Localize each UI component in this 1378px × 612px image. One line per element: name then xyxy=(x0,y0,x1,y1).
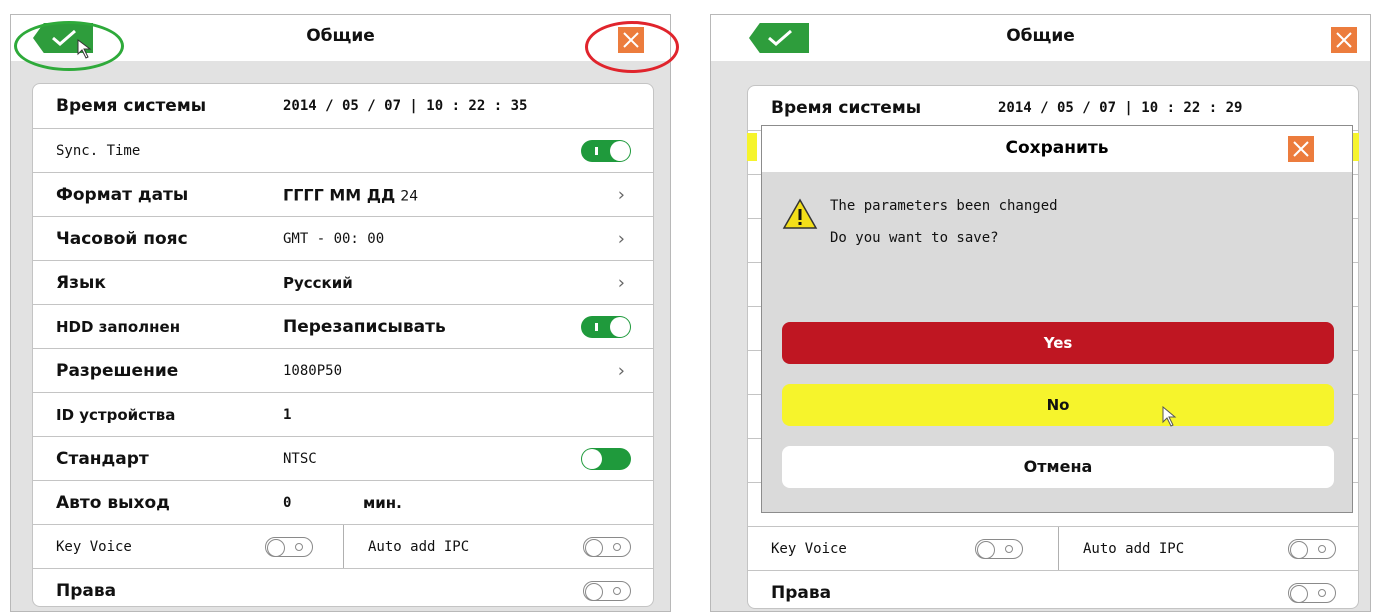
chevron-right-icon: › xyxy=(617,272,625,293)
page-title: Общие xyxy=(306,26,375,46)
rights-toggle[interactable] xyxy=(583,580,631,601)
row-date-format[interactable]: Формат даты ГГГГ ММ ДД 24 › xyxy=(33,172,653,216)
row-label: Авто выход xyxy=(56,492,170,513)
dialog-header: Сохранить xyxy=(762,126,1352,172)
row-standard: Стандарт NTSC xyxy=(33,436,653,480)
key-voice-toggle[interactable] xyxy=(265,536,313,557)
chevron-right-icon: › xyxy=(617,228,625,249)
rights-toggle[interactable] xyxy=(1288,582,1336,603)
warning-icon xyxy=(782,198,818,229)
chevron-right-icon: › xyxy=(617,360,625,381)
cursor-icon xyxy=(77,39,92,59)
row-label: Права xyxy=(771,582,832,603)
row-hdd-full: HDD заполнен Перезаписывать xyxy=(33,304,653,348)
row-label: Права xyxy=(56,580,117,601)
yes-button[interactable]: Yes xyxy=(782,322,1334,364)
hdd-full-value: Перезаписывать xyxy=(283,316,446,337)
divider xyxy=(1058,527,1059,570)
close-button[interactable] xyxy=(618,27,644,53)
panel-header: Общие xyxy=(711,15,1370,61)
row-auto-exit[interactable]: Авто выход 0 мин. xyxy=(33,480,653,524)
row-label: HDD заполнен xyxy=(56,317,181,336)
divider xyxy=(343,525,344,568)
system-time-value[interactable]: 2014 / 05 / 07 | 10 : 22 : 29 xyxy=(998,100,1242,116)
settings-list: Время системы 2014 / 05 / 07 | 10 : 22 :… xyxy=(32,83,654,607)
close-icon xyxy=(623,32,639,48)
row-resolution[interactable]: Разрешение 1080P50 › xyxy=(33,348,653,392)
row-timezone[interactable]: Часовой пояс GMT - 00: 00 › xyxy=(33,216,653,260)
row-label: Время системы xyxy=(56,96,207,116)
close-icon xyxy=(1336,32,1352,48)
row-label: Key Voice xyxy=(56,538,132,555)
standard-toggle[interactable] xyxy=(581,447,631,470)
standard-value: NTSC xyxy=(283,450,317,467)
row-key-voice: Key Voice Auto add IPC xyxy=(33,524,653,568)
row-sync-time: Sync. Time xyxy=(33,128,653,172)
row-label: Время системы xyxy=(771,98,922,118)
row-label: Разрешение xyxy=(56,360,179,381)
key-voice-toggle[interactable] xyxy=(975,538,1023,559)
row-system-time[interactable]: Время системы 2014 / 05 / 07 | 10 : 22 :… xyxy=(748,86,1358,130)
hdd-overwrite-toggle[interactable] xyxy=(581,315,631,338)
row-label: Стандарт xyxy=(56,448,149,469)
auto-exit-value[interactable]: 0 xyxy=(283,495,291,511)
general-settings-panel: Общие Время системы 2014 / 05 / 07 | 10 … xyxy=(10,14,679,612)
no-button[interactable]: No xyxy=(782,384,1334,426)
save-dialog: Сохранить The parameters been changed Do… xyxy=(761,125,1353,513)
row-rights: Права xyxy=(33,568,653,606)
resolution-value: 1080P50 xyxy=(283,362,343,379)
row-label: Key Voice xyxy=(771,540,847,557)
row-language[interactable]: Язык Русский › xyxy=(33,260,653,304)
dialog-message-line1: The parameters been changed xyxy=(830,198,1058,214)
cancel-button[interactable]: Отмена xyxy=(782,446,1334,488)
device-id-value[interactable]: 1 xyxy=(283,407,291,423)
sync-time-toggle[interactable] xyxy=(581,139,631,162)
row-device-id[interactable]: ID устройства 1 xyxy=(33,392,653,436)
auto-add-ipc-toggle[interactable] xyxy=(583,536,631,557)
auto-exit-unit: мин. xyxy=(363,493,402,512)
timezone-value: GMT - 00: 00 xyxy=(283,230,385,247)
page-title: Общие xyxy=(1006,26,1075,46)
row-label: Язык xyxy=(56,272,106,293)
highlight-edge xyxy=(747,133,757,161)
cursor-icon xyxy=(1162,406,1177,427)
row-label: Auto add IPC xyxy=(1083,540,1185,557)
dialog-title: Сохранить xyxy=(1005,138,1109,158)
dialog-close-button[interactable] xyxy=(1288,136,1314,162)
close-icon xyxy=(1293,141,1309,157)
general-settings-panel-with-dialog: Общие Время системы 2014 / 05 / 07 | 10 … xyxy=(710,14,1371,612)
row-system-time[interactable]: Время системы 2014 / 05 / 07 | 10 : 22 :… xyxy=(33,84,653,128)
row-label: ID устройства xyxy=(56,405,176,424)
row-label: Auto add IPC xyxy=(368,538,470,555)
date-format-value: ГГГГ ММ ДД 24 xyxy=(283,185,419,204)
row-label: Формат даты xyxy=(56,184,189,205)
panel-header: Общие xyxy=(11,15,670,61)
row-rights: Права xyxy=(748,570,1358,608)
chevron-right-icon: › xyxy=(617,184,625,205)
system-time-value[interactable]: 2014 / 05 / 07 | 10 : 22 : 35 xyxy=(283,98,527,114)
row-label: Sync. Time xyxy=(56,142,141,159)
language-value: Русский xyxy=(283,273,353,292)
dialog-message-line2: Do you want to save? xyxy=(830,230,999,246)
row-label: Часовой пояс xyxy=(56,228,188,249)
close-button[interactable] xyxy=(1331,27,1357,53)
auto-add-ipc-toggle[interactable] xyxy=(1288,538,1336,559)
row-key-voice: Key Voice Auto add IPC xyxy=(748,526,1358,570)
